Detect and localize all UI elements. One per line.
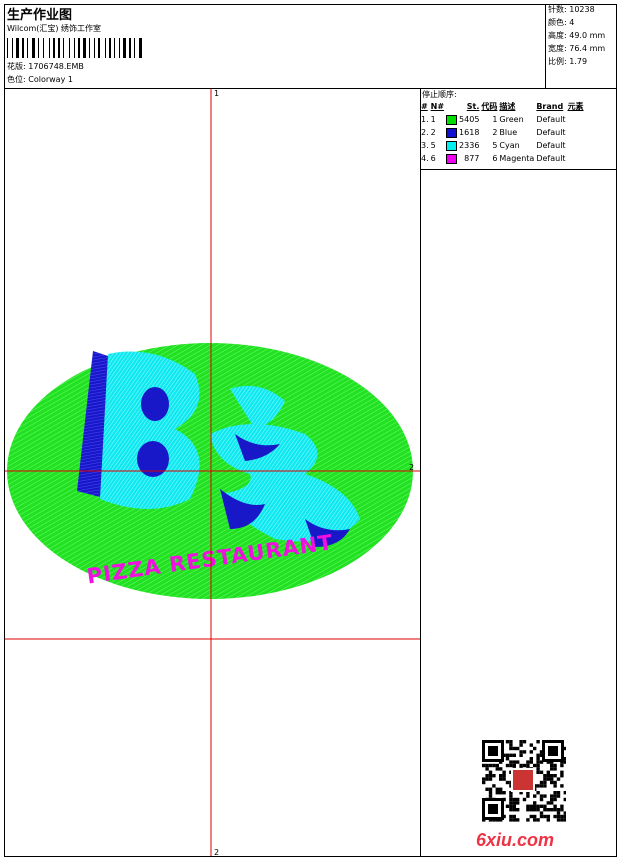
col-desc: 描述	[499, 102, 516, 111]
row-swatch	[445, 152, 458, 165]
row-code: 5	[492, 141, 498, 150]
row-brand: Default	[536, 154, 566, 163]
stat-stitches: 针数: 10238	[548, 5, 595, 14]
row-needle: 5	[430, 141, 436, 150]
col-index: #	[421, 102, 428, 111]
row-code: 2	[492, 128, 498, 137]
row-desc: Cyan	[499, 141, 520, 150]
row-desc: Green	[499, 115, 524, 124]
row-index: 2.	[421, 128, 429, 137]
table-row: 1. 1 5405 1 Green Default	[420, 113, 585, 126]
stat-colors: 颜色: 4	[548, 18, 575, 27]
stats-panel: 针数: 10238 颜色: 4 高度: 49.0 mm 宽度: 76.4 mm …	[548, 5, 605, 70]
stat-scale: 比例: 1.79	[548, 57, 588, 66]
design-file-value: 1706748.EMB	[28, 62, 84, 71]
color-swatch	[446, 114, 458, 125]
row-stitches: 5405	[459, 115, 480, 124]
row-swatch	[445, 139, 458, 152]
row-brand: Default	[536, 128, 566, 137]
stats-divider	[545, 4, 546, 89]
row-code: 6	[492, 154, 498, 163]
row-code: 1	[492, 115, 498, 124]
stop-sequence-table: # N# St. 代码 描述 Brand 元素 1. 1 5405 1 Green Def…	[420, 100, 585, 165]
row-desc: Magenta	[499, 154, 535, 163]
embroidery-design-view: PIZZA RESTAURANT 1 2 2	[5, 89, 420, 856]
row-needle: 2	[430, 128, 436, 137]
color-swatch	[446, 153, 458, 164]
col-swatch	[445, 100, 458, 113]
row-swatch	[445, 113, 458, 126]
col-element: 元素	[567, 102, 584, 111]
col-needle: N#	[430, 102, 445, 111]
page-title: 生产作业图	[7, 8, 73, 23]
table-row: 4. 6 877 6 Magenta Default	[420, 152, 585, 165]
stat-width: 宽度: 76.4 mm	[548, 44, 606, 53]
stat-height: 高度: 49.0 mm	[548, 31, 606, 40]
row-index: 1.	[421, 115, 429, 124]
colorway-label: 色位:	[7, 75, 26, 84]
row-brand: Default	[536, 115, 566, 124]
qr-code-icon	[480, 738, 566, 822]
colorway-row: 色位: Colorway 1	[7, 75, 73, 85]
table-row: 3. 5 2336 5 Cyan Default	[420, 139, 585, 152]
letter-b-hole-bottom	[137, 441, 169, 477]
axis-label-right: 2	[409, 463, 414, 472]
color-swatch	[446, 127, 458, 138]
company-name: Wilcom(汇宝) 绣饰工作室	[7, 24, 102, 33]
axis-label-top: 1	[214, 89, 219, 98]
seal-icon	[513, 770, 533, 790]
table-row: 2. 2 1618 2 Blue Default	[420, 126, 585, 139]
col-stitches: St.	[466, 102, 480, 111]
watermark-text: 6xiu.com	[476, 830, 555, 850]
design-divider	[420, 89, 421, 857]
axis-label-bottom: 2	[214, 848, 219, 856]
row-needle: 6	[430, 154, 436, 163]
row-needle: 1	[430, 115, 436, 124]
design-file-row: 花版: 1706748.EMB	[7, 62, 84, 72]
col-code: 代码	[481, 102, 498, 111]
stop-sequence-panel: 停止顺序: # N# St. 代码 描述 Brand 元素 1. 1 5405 1 Gr…	[420, 89, 617, 170]
row-swatch	[445, 126, 458, 139]
design-file-label: 花版:	[7, 62, 26, 71]
col-brand: Brand	[536, 102, 564, 111]
row-stitches: 1618	[459, 128, 480, 137]
row-index: 4.	[421, 154, 429, 163]
letter-b-hole-top	[141, 387, 169, 421]
stop-sequence-heading: 停止顺序:	[422, 90, 457, 99]
color-swatch	[446, 140, 458, 151]
barcode	[7, 38, 142, 58]
colorway-value: Colorway 1	[28, 75, 73, 84]
table-header-row: # N# St. 代码 描述 Brand 元素	[420, 100, 585, 113]
row-stitches: 2336	[459, 141, 480, 150]
row-index: 3.	[421, 141, 429, 150]
row-brand: Default	[536, 141, 566, 150]
row-stitches: 877	[464, 154, 480, 163]
row-desc: Blue	[499, 128, 518, 137]
